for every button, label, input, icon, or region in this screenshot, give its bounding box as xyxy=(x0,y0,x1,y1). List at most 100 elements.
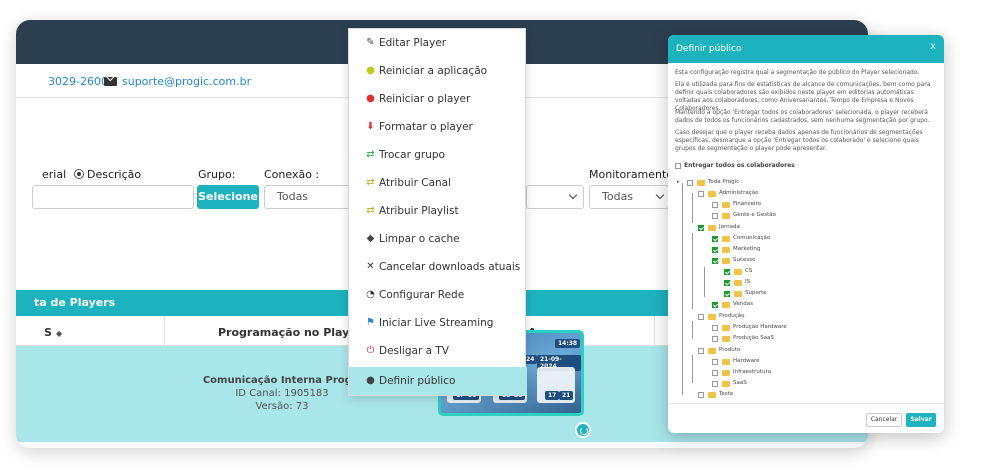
menu-item-label: Desligar a TV xyxy=(379,345,449,357)
tree-checkbox[interactable] xyxy=(724,291,730,297)
tree-node-toda-progic[interactable]: Toda Progic xyxy=(708,179,739,185)
tree-node-jornada[interactable]: Jornada xyxy=(719,224,740,230)
tree-checkbox[interactable] xyxy=(712,381,718,387)
players-table-title: ta de Players xyxy=(34,296,116,309)
menu-item-cancelar-downloads[interactable]: ✕ Cancelar downloads atuais xyxy=(349,253,527,281)
tree-checkbox[interactable] xyxy=(698,314,704,320)
folder-icon xyxy=(722,247,730,253)
folder-icon xyxy=(722,381,730,387)
column-header-s[interactable]: S ◆ xyxy=(44,326,62,339)
conexao-select[interactable]: Todas xyxy=(264,185,354,209)
tree-checkbox[interactable] xyxy=(698,348,704,354)
streaming-icon: ⚑ xyxy=(366,317,375,328)
menu-item-trocar-grupo[interactable]: ⇄ Trocar grupo xyxy=(349,141,527,169)
tree-node-producao[interactable]: Produção xyxy=(719,313,744,319)
tree-node-sucesso[interactable]: Sucesso xyxy=(733,257,755,263)
assign-playlist-icon: ⇄ xyxy=(366,205,375,216)
menu-item-label: Formatar o player xyxy=(379,121,473,133)
cancel-icon: ✕ xyxy=(366,261,375,272)
search-input[interactable] xyxy=(32,185,194,209)
tree-node-marketing[interactable]: Marketing xyxy=(733,246,760,252)
tree-node-produto[interactable]: Produto xyxy=(719,347,740,353)
filter-select-partial[interactable] xyxy=(526,185,584,209)
folder-icon xyxy=(734,280,742,286)
tree-checkbox[interactable] xyxy=(712,370,718,376)
tree-expander[interactable]: ▸ xyxy=(677,179,680,185)
tree-node-administracao[interactable]: Administração xyxy=(719,190,758,196)
folder-icon xyxy=(722,236,730,242)
tree-node-vendas[interactable]: Vendas xyxy=(733,301,753,307)
menu-item-atribuir-canal[interactable]: ⇄ Atribuir Canal xyxy=(349,169,527,197)
users-icon: ● xyxy=(366,375,375,386)
folder-icon xyxy=(722,213,730,219)
entregar-todos-label: Entregar todos os colaboradores xyxy=(684,162,795,169)
tree-checkbox[interactable] xyxy=(724,269,730,275)
menu-item-reiniciar-aplicacao[interactable]: ● Reiniciar a aplicação xyxy=(349,57,527,85)
tree-checkbox[interactable] xyxy=(712,258,718,264)
menu-item-atribuir-playlist[interactable]: ⇄ Atribuir Playlist xyxy=(349,197,527,225)
folder-icon xyxy=(734,269,742,275)
tree-node-teste[interactable]: Teste xyxy=(719,391,733,397)
radio-descricao-label: Descrição xyxy=(87,168,142,181)
tree-node-producao-saas[interactable]: Produção SaaS xyxy=(733,335,774,341)
tree-checkbox[interactable] xyxy=(712,202,718,208)
menu-item-iniciar-live[interactable]: ⚑ Iniciar Live Streaming xyxy=(349,309,527,337)
menu-item-label: Trocar grupo xyxy=(379,149,445,161)
tree-node-is[interactable]: IS xyxy=(745,279,750,285)
edit-icon: ✎ xyxy=(366,37,375,48)
tree-checkbox[interactable] xyxy=(724,280,730,286)
tree-checkbox[interactable] xyxy=(712,359,718,365)
assign-channel-icon: ⇄ xyxy=(366,177,375,188)
folder-icon xyxy=(708,225,716,231)
versao: Versão: 73 xyxy=(255,401,309,412)
menu-item-desligar-tv[interactable]: ⏻ Desligar a TV xyxy=(349,337,527,365)
menu-item-configurar-rede[interactable]: ◔ Configurar Rede xyxy=(349,281,527,309)
modal-paragraph: Mantendo a opção 'Entregar todos os cola… xyxy=(675,109,930,124)
modal-title: Definir público xyxy=(676,44,742,54)
format-icon: ⬇ xyxy=(366,121,375,132)
grupo-select-button[interactable]: Selecione xyxy=(197,185,259,209)
tree-checkbox[interactable] xyxy=(687,180,693,186)
menu-item-editar-player[interactable]: ✎ Editar Player xyxy=(349,29,527,57)
menu-item-reiniciar-player[interactable]: ● Reiniciar o player xyxy=(349,85,527,113)
tree-node-saas[interactable]: SaaS xyxy=(733,380,747,386)
tree-node-comunicacao[interactable]: Comunicação xyxy=(733,235,770,241)
folder-icon xyxy=(722,325,730,331)
cancel-button[interactable]: Cancelar xyxy=(866,413,902,427)
tree-node-producao-hardware[interactable]: Produção Hardware xyxy=(733,324,787,330)
tree-checkbox[interactable] xyxy=(698,191,704,197)
tree-checkbox[interactable] xyxy=(712,325,718,331)
power-icon[interactable] xyxy=(575,422,591,438)
tree-node-gente-gestao[interactable]: Gente e Gestão xyxy=(733,212,776,218)
menu-item-formatar-player[interactable]: ⬇ Formatar o player xyxy=(349,113,527,141)
radio-descricao[interactable] xyxy=(74,169,84,179)
tree-node-suporte[interactable]: Suporte xyxy=(745,290,767,296)
tree-node-financeiro[interactable]: Financeiro xyxy=(733,201,761,207)
entregar-todos-checkbox[interactable] xyxy=(675,163,681,169)
menu-item-label: Definir público xyxy=(379,375,456,387)
swap-icon: ⇄ xyxy=(366,149,375,160)
menu-item-label: Configurar Rede xyxy=(379,289,465,301)
tree-checkbox[interactable] xyxy=(698,392,704,398)
tree-checkbox[interactable] xyxy=(698,225,704,231)
tree-checkbox[interactable] xyxy=(712,247,718,253)
tree-node-hardware[interactable]: Hardware xyxy=(733,358,760,364)
folder-icon xyxy=(708,191,716,197)
save-button[interactable]: Salvar xyxy=(906,413,936,427)
tree-checkbox[interactable] xyxy=(712,213,718,219)
tree-checkbox[interactable] xyxy=(712,236,718,242)
modal-footer: Cancelar Salvar xyxy=(668,403,944,433)
close-icon[interactable]: x xyxy=(930,41,936,52)
tree-connector xyxy=(692,193,693,223)
tree-node-cs[interactable]: CS xyxy=(745,268,752,274)
tree-checkbox[interactable] xyxy=(712,336,718,342)
menu-item-limpar-cache[interactable]: ◆ Limpar o cache xyxy=(349,225,527,253)
menu-item-label: Editar Player xyxy=(379,37,447,49)
menu-item-definir-publico[interactable]: ● Definir público xyxy=(349,367,527,395)
column-header-s-label: S xyxy=(44,326,52,339)
tree-node-infraestrutura[interactable]: Infraestrutura xyxy=(733,369,771,375)
folder-icon xyxy=(722,359,730,365)
menu-item-label: Limpar o cache xyxy=(379,233,460,245)
tree-checkbox[interactable] xyxy=(712,302,718,308)
contact-email-link[interactable]: suporte@progic.com.br xyxy=(122,75,251,88)
